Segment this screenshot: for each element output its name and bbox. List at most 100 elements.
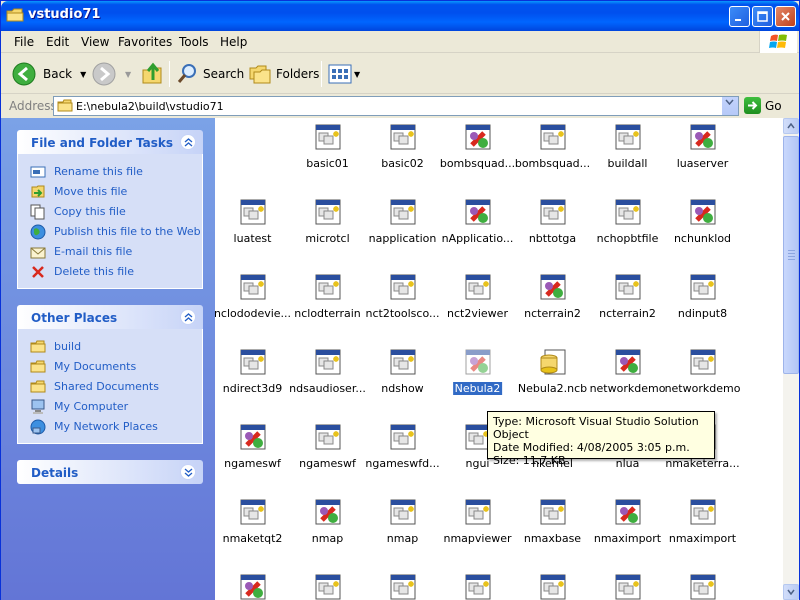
views-dropdown-icon[interactable]: ▼ — [354, 70, 360, 79]
file-item[interactable]: ncterrain2 — [590, 271, 665, 323]
file-folder-tasks-body: Rename this file Move this file Copy thi… — [17, 154, 203, 289]
file-item[interactable] — [515, 571, 590, 600]
chevron-up-icon[interactable] — [180, 134, 196, 150]
file-item[interactable] — [215, 571, 290, 600]
file-item[interactable]: Nebula2.ncb — [515, 346, 590, 398]
place-my-documents-link[interactable]: My Documents — [18, 357, 202, 377]
file-item[interactable]: microtcl — [290, 196, 365, 248]
file-item[interactable]: nmapviewer — [440, 496, 515, 548]
place-shared-documents-link[interactable]: Shared Documents — [18, 377, 202, 397]
up-folder-button[interactable] — [141, 60, 165, 88]
file-item[interactable]: nApplicatio... — [440, 196, 515, 248]
email-file-link[interactable]: E-mail this file — [18, 242, 202, 262]
file-item[interactable]: nmaxbase — [515, 496, 590, 548]
file-item[interactable]: ndshow — [365, 346, 440, 398]
file-item[interactable]: buildall — [590, 121, 665, 173]
file-item[interactable]: napplication — [365, 196, 440, 248]
solution-file-icon — [612, 496, 644, 528]
menu-favorites[interactable]: Favorites — [118, 35, 172, 49]
file-item[interactable]: nmaximport — [590, 496, 665, 548]
file-item[interactable]: nct2viewer — [440, 271, 515, 323]
scroll-down-button[interactable] — [783, 584, 799, 600]
title-bar[interactable]: vstudio71 — [1, 1, 799, 31]
file-item[interactable]: bombsquad... — [515, 121, 590, 173]
place-build-link[interactable]: build — [18, 337, 202, 357]
file-name: nmaximport — [668, 532, 737, 545]
forward-button[interactable]: ▼ — [91, 60, 131, 88]
place-my-network-places-link[interactable]: My Network Places — [18, 417, 202, 437]
file-item[interactable]: nchopbtfile — [590, 196, 665, 248]
file-item[interactable]: basic01 — [290, 121, 365, 173]
file-item[interactable]: ndsaudioser... — [289, 346, 366, 398]
copy-file-link[interactable]: Copy this file — [18, 202, 202, 222]
rename-file-link[interactable]: Rename this file — [18, 162, 202, 182]
file-item[interactable] — [665, 571, 740, 600]
maximize-button[interactable] — [752, 6, 773, 27]
go-button[interactable]: Go — [744, 97, 782, 114]
folders-button[interactable]: Folders — [248, 60, 319, 88]
file-item[interactable]: basic02 — [365, 121, 440, 173]
file-item[interactable]: ndirect3d9 — [215, 346, 290, 398]
file-info-tooltip: Type: Microsoft Visual Studio Solution O… — [487, 411, 715, 467]
scroll-thumb[interactable] — [783, 136, 799, 374]
file-name: ncterrain2 — [524, 307, 581, 320]
chevron-down-icon[interactable] — [180, 464, 196, 480]
search-button[interactable]: Search — [176, 60, 244, 88]
back-button[interactable]: Back ▼ — [11, 60, 86, 88]
views-button[interactable]: ▼ — [328, 60, 360, 88]
file-item[interactable]: luaserver — [665, 121, 740, 173]
close-button[interactable] — [775, 6, 796, 27]
file-item[interactable] — [440, 571, 515, 600]
menu-edit[interactable]: Edit — [46, 35, 69, 49]
file-list-view[interactable]: basic01 basic02 bombsquad... bombsquad... bu… — [215, 118, 783, 600]
file-item[interactable]: nchunklod — [665, 196, 740, 248]
forward-dropdown-icon[interactable]: ▼ — [125, 70, 131, 79]
toolbar-separator — [169, 61, 170, 87]
project-file-icon — [537, 121, 569, 153]
file-item[interactable] — [365, 571, 440, 600]
file-item[interactable]: ngameswfd... — [365, 421, 440, 473]
file-item[interactable]: nmaximport — [665, 496, 740, 548]
chevron-up-icon[interactable] — [180, 309, 196, 325]
details-header[interactable]: Details — [17, 460, 203, 484]
file-item[interactable]: bombsquad... — [440, 121, 515, 173]
menu-tools[interactable]: Tools — [179, 35, 209, 49]
address-dropdown-button[interactable] — [721, 97, 738, 115]
file-folder-tasks-header[interactable]: File and Folder Tasks — [17, 130, 203, 154]
file-item[interactable]: nmaketqt2 — [215, 496, 290, 548]
forward-arrow-icon — [92, 62, 116, 86]
file-item[interactable]: nct2toolsco... — [365, 271, 440, 323]
minimize-button[interactable] — [729, 6, 750, 27]
back-dropdown-icon[interactable]: ▼ — [80, 70, 86, 79]
file-item[interactable]: networkdemo — [665, 346, 740, 398]
file-item[interactable]: ngameswf — [290, 421, 365, 473]
file-item[interactable] — [590, 571, 665, 600]
file-item[interactable]: Nebula2 — [440, 346, 515, 398]
address-input[interactable]: E:\nebula2\build\vstudio71 — [53, 96, 739, 116]
menu-file[interactable]: File — [14, 35, 34, 49]
file-name: ndirect3d9 — [222, 382, 283, 395]
delete-file-link[interactable]: Delete this file — [18, 262, 202, 282]
task-pane: File and Folder Tasks Rename this file M… — [1, 118, 215, 600]
scroll-up-button[interactable] — [783, 118, 799, 134]
menu-help[interactable]: Help — [220, 35, 247, 49]
file-item[interactable]: networkdemo — [590, 346, 665, 398]
file-item[interactable]: nclododevie... — [215, 271, 291, 323]
place-my-computer-link[interactable]: My Computer — [18, 397, 202, 417]
file-item[interactable]: nbttotga — [515, 196, 590, 248]
go-label: Go — [765, 98, 782, 113]
file-item[interactable]: ngameswf — [215, 421, 290, 473]
file-item[interactable]: ndinput8 — [665, 271, 740, 323]
file-item[interactable]: nmap — [365, 496, 440, 548]
menu-view[interactable]: View — [81, 35, 109, 49]
file-item[interactable]: nmap — [290, 496, 365, 548]
file-item[interactable] — [290, 571, 365, 600]
file-item[interactable]: ncterrain2 — [515, 271, 590, 323]
move-file-link[interactable]: Move this file — [18, 182, 202, 202]
file-item[interactable]: nclodterrain — [290, 271, 365, 323]
other-places-header[interactable]: Other Places — [17, 305, 203, 329]
publish-file-link[interactable]: Publish this file to the Web — [18, 222, 202, 242]
file-item[interactable]: luatest — [215, 196, 290, 248]
project-file-icon — [537, 196, 569, 228]
vertical-scrollbar[interactable] — [783, 118, 799, 600]
